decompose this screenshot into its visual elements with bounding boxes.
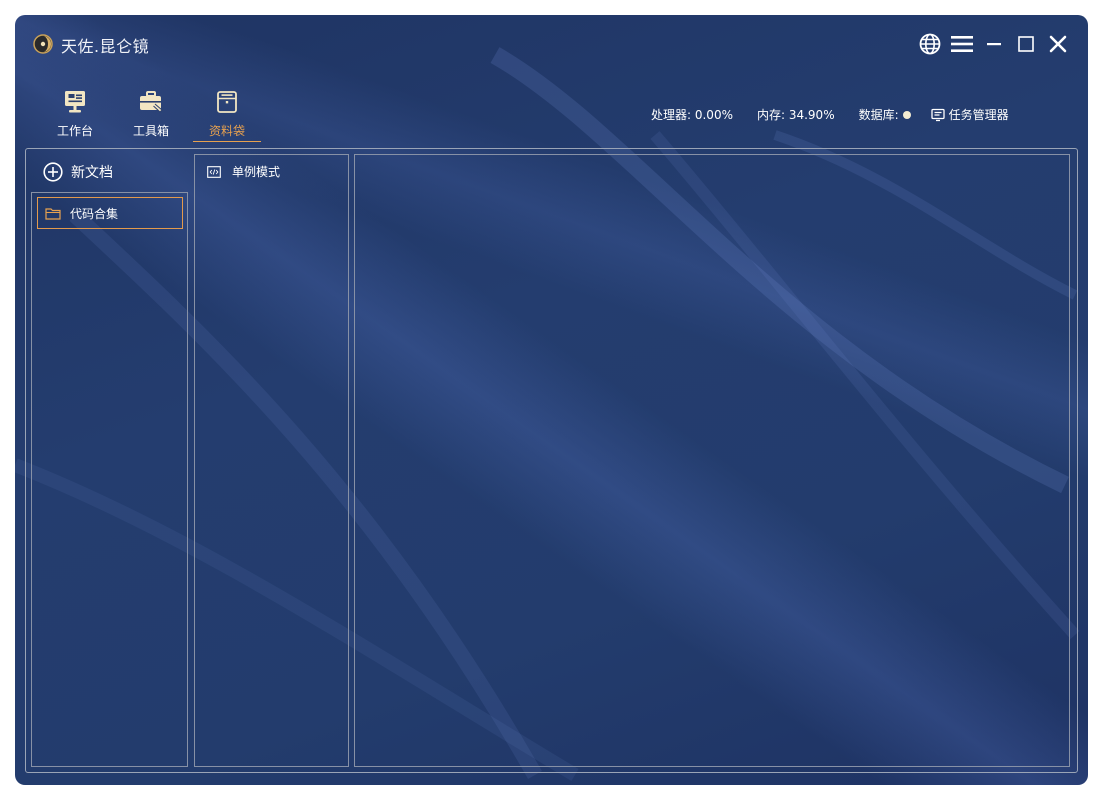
memory-usage: 内存: 34.90%: [756, 108, 835, 122]
cpu-usage: 处理器: 0.00%: [651, 108, 733, 122]
code-file-icon: [207, 165, 221, 178]
folder-label: 代码合集: [70, 206, 119, 221]
nav-label: 资料袋: [208, 124, 245, 138]
window-controls: [918, 32, 1070, 56]
file-item[interactable]: 单例模式: [207, 163, 280, 180]
nav-item-data-bag[interactable]: 资料袋: [189, 87, 265, 143]
task-manager-label: 任务管理器: [948, 108, 1009, 122]
database-status-dot: [902, 110, 911, 119]
title-bar[interactable]: 天佐.昆仑镜: [15, 15, 1088, 73]
folder-list: 代码合集: [31, 192, 188, 767]
app-title: 天佐.昆仑镜: [61, 37, 150, 56]
monitor-icon: [931, 108, 945, 121]
folder-item[interactable]: 代码合集: [37, 197, 183, 229]
new-document-label: 新文档: [71, 165, 113, 181]
nav-item-workbench[interactable]: 工作台: [37, 87, 113, 143]
file-panel: 单例模式: [194, 154, 349, 767]
minimize-icon[interactable]: [982, 32, 1006, 56]
main-content: 新文档 代码合集 单例模式: [25, 148, 1078, 773]
nav-label: 工具箱: [132, 124, 169, 138]
maximize-icon[interactable]: [1014, 32, 1038, 56]
folder-icon: [45, 207, 61, 220]
app-logo-icon: [33, 34, 53, 54]
nav-label: 工作台: [56, 124, 93, 138]
workbench-icon: [65, 91, 85, 113]
plus-circle-icon: [43, 162, 63, 182]
file-label: 单例模式: [232, 165, 281, 179]
new-document-button[interactable]: 新文档: [43, 160, 113, 184]
document-viewer[interactable]: [354, 154, 1070, 767]
database-label: 数据库:: [858, 108, 899, 122]
database-status: 数据库:: [859, 106, 911, 123]
toolbox-icon: [140, 91, 163, 113]
folder-panel: 新文档 代码合集: [31, 154, 188, 767]
globe-icon[interactable]: [918, 32, 942, 56]
active-indicator: [193, 141, 261, 142]
nav-item-toolbox[interactable]: 工具箱: [113, 87, 189, 143]
status-bar: 处理器: 0.00% 内存: 34.90% 数据库: 任务管理器: [651, 106, 1009, 123]
task-manager-button[interactable]: 任务管理器: [931, 106, 1009, 123]
close-icon[interactable]: [1046, 32, 1070, 56]
bag-icon: [217, 91, 237, 113]
app-window: 天佐.昆仑镜 工作台 工具箱 资料袋 处理器: 0.00% 内存: 34.90%…: [15, 15, 1088, 785]
menu-icon[interactable]: [950, 32, 974, 56]
main-nav: 工作台 工具箱 资料袋: [37, 87, 265, 143]
